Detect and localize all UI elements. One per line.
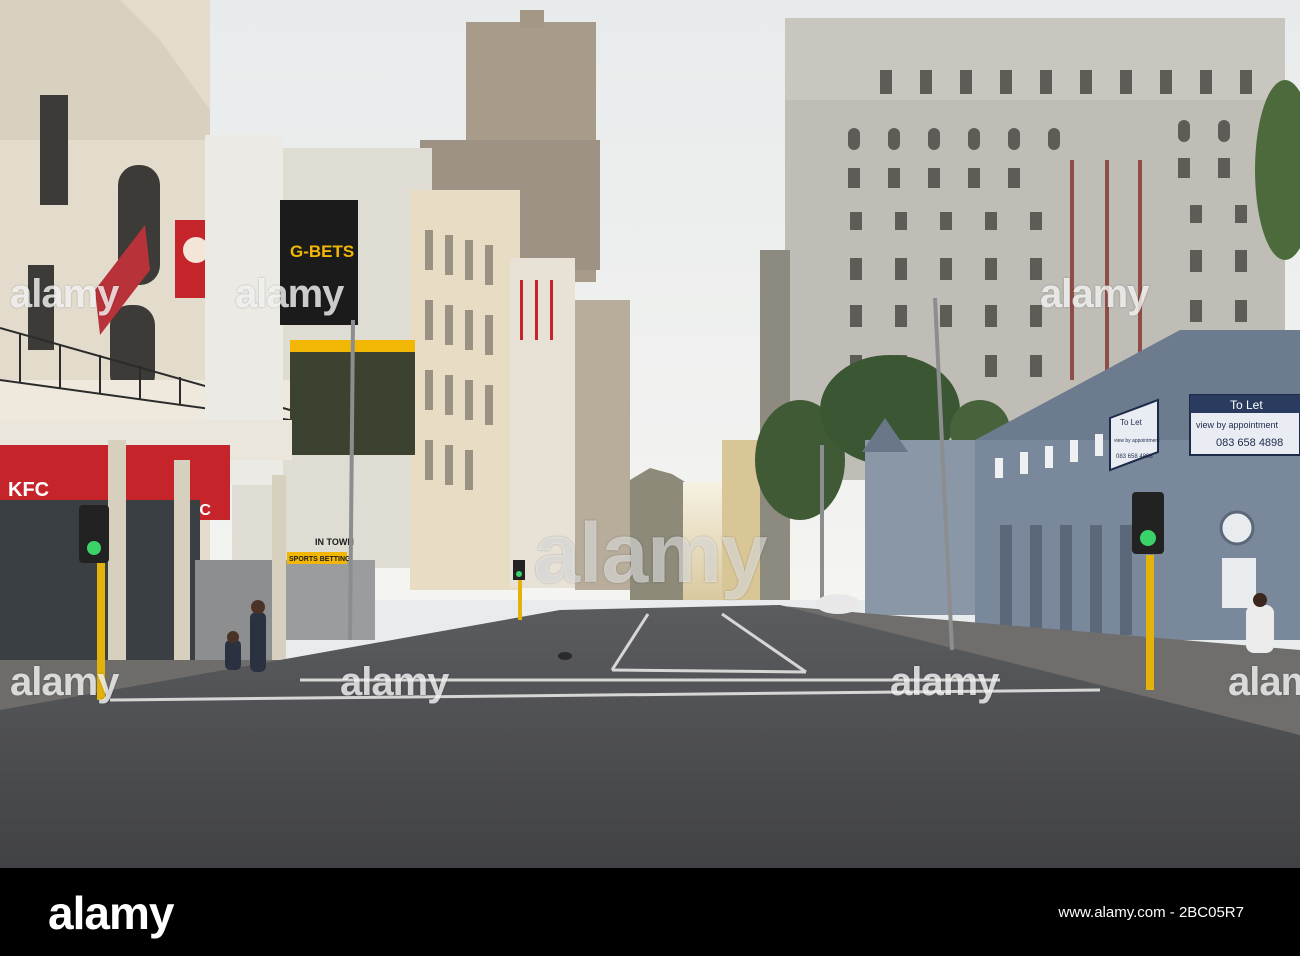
alamy-logo: alamy bbox=[48, 887, 174, 939]
to-let-small-text: To Let bbox=[1120, 418, 1143, 427]
phone-small-text: 083 658 4898 bbox=[1116, 454, 1153, 460]
watermark-center: alamy bbox=[533, 506, 767, 600]
watermark-top-left: alamy bbox=[10, 272, 119, 316]
blue-annex bbox=[865, 440, 975, 615]
pigeon bbox=[558, 652, 572, 660]
watermark-right: alamy bbox=[1228, 660, 1300, 704]
round-window bbox=[1219, 510, 1255, 546]
empty-city-street-scene: G-BETS KFC KFC SPORTS BETTING IN TOWN bbox=[0, 0, 1300, 868]
parked-car bbox=[816, 594, 860, 614]
watermark-top-mid: alamy bbox=[235, 272, 344, 316]
tower-top bbox=[520, 10, 544, 28]
vent-window bbox=[1222, 558, 1256, 608]
kfc-fascia-text: KFC bbox=[8, 479, 49, 501]
view-by-text: view by appointment bbox=[1196, 420, 1279, 430]
watermark-top-right: alamy bbox=[1040, 272, 1149, 316]
roller-shutter-2 bbox=[285, 560, 375, 640]
gbets-sign-text: G-BETS bbox=[290, 242, 354, 261]
view-by-small-text: view by appointment bbox=[1114, 438, 1160, 444]
to-let-text: To Let bbox=[1230, 398, 1263, 412]
in-town-text: IN TOWN bbox=[315, 537, 354, 547]
sports-betting-text: SPORTS BETTING bbox=[289, 556, 351, 563]
watermark-footer-bar: alamy www.alamy.com - 2BC05R7 bbox=[0, 868, 1300, 956]
watermark-left: alamy bbox=[10, 660, 119, 704]
watermark-middle-right: alamy bbox=[890, 660, 999, 704]
watermark-middle-left: alamy bbox=[340, 660, 449, 704]
stock-photo-page: G-BETS KFC KFC SPORTS BETTING IN TOWN bbox=[0, 0, 1300, 956]
phone-text: 083 658 4898 bbox=[1216, 437, 1283, 449]
stock-image-id: www.alamy.com - 2BC05R7 bbox=[1058, 904, 1244, 921]
street-photo: G-BETS KFC KFC SPORTS BETTING IN TOWN bbox=[0, 0, 1300, 868]
